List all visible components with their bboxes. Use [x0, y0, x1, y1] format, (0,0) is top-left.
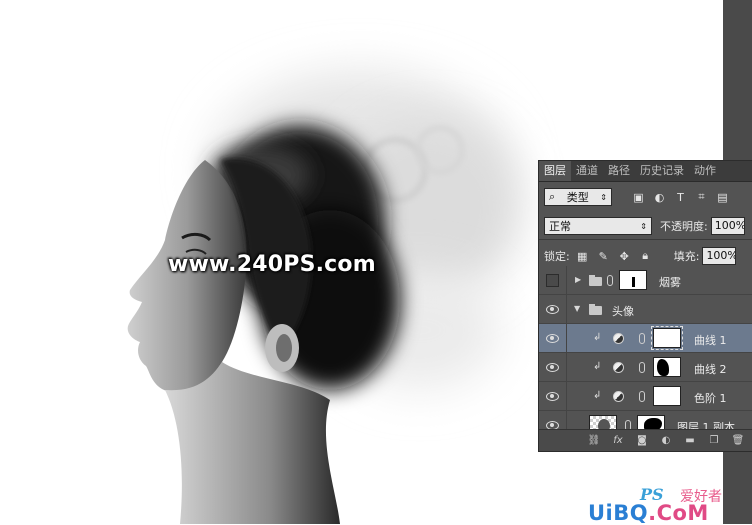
fx-icon[interactable]: fx	[612, 435, 624, 447]
opacity-input[interactable]: 100%	[710, 217, 745, 235]
lock-transparency-icon[interactable]: ▦	[576, 250, 589, 263]
layer-filter-select[interactable]: ⌕ 类型 ⇕	[544, 188, 612, 206]
layer-name: 烟雾	[659, 276, 681, 289]
panel-tabs: 图层 通道 路径 历史记录 动作	[539, 161, 752, 182]
panel-bottom-toolbar: ⛓ fx ◙ ◐ ▬ ❐ 🗑︎	[539, 429, 752, 451]
link-layers-icon[interactable]: ⛓	[588, 435, 601, 447]
updown-arrows-icon: ⇕	[600, 192, 607, 202]
folder-icon	[589, 275, 602, 286]
tab-actions[interactable]: 动作	[689, 161, 721, 181]
lock-brush-icon[interactable]: ✎	[597, 250, 610, 263]
adjustment-layer-icon	[613, 362, 624, 373]
layer-row-portrait-group[interactable]: ▼ 头像	[539, 295, 752, 324]
visibility-toggle-curves-1[interactable]	[539, 324, 567, 352]
layer-row-curves-1[interactable]: ↲ 曲线 1	[539, 324, 752, 353]
layer-row-levels-1[interactable]: ↲ 色阶 1	[539, 382, 752, 411]
expand-arrow-icon[interactable]: ▶	[575, 275, 581, 284]
delete-layer-icon[interactable]: 🗑︎	[732, 435, 745, 447]
eye-icon	[546, 333, 559, 343]
layer-list: ▶ 烟雾 ▼ 头像 ↲ 曲线 1 ↲ 曲线 2 ↲ 色阶 1 图层 1 副本	[539, 266, 752, 440]
smart-object-filter-icon[interactable]: ▤	[716, 191, 729, 204]
collapse-arrow-icon[interactable]: ▼	[574, 304, 580, 313]
clipping-arrow-icon: ↲	[593, 332, 602, 343]
adjustment-filter-icon[interactable]: ◐	[653, 191, 666, 204]
layer-row-smoke[interactable]: ▶ 烟雾	[539, 266, 752, 295]
link-icon	[639, 362, 645, 373]
blend-row: 正常 ⇕ 不透明度: 100%	[544, 217, 745, 235]
filter-row: ⌕ 类型 ⇕ ▣ ◐ T ⌗ ▤	[544, 188, 729, 206]
link-icon	[639, 333, 645, 344]
eye-icon	[546, 304, 559, 314]
lock-row: 锁定: ▦ ✎ ✥ 🔒︎ 填充: 100%	[544, 247, 737, 265]
folder-icon	[589, 304, 602, 315]
link-icon	[607, 275, 613, 286]
search-icon: ⌕	[549, 190, 556, 203]
tab-paths[interactable]: 路径	[603, 161, 635, 181]
link-icon	[639, 391, 645, 402]
visibility-toggle-levels-1[interactable]	[539, 382, 567, 410]
opacity-label: 不透明度:	[660, 220, 708, 233]
fill-label: 填充:	[673, 250, 700, 263]
shape-filter-icon[interactable]: ⌗	[695, 190, 708, 204]
type-filter-icon[interactable]: T	[674, 191, 687, 204]
lock-icons: ▦ ✎ ✥ 🔒︎	[576, 249, 652, 263]
visibility-toggle-portrait-group[interactable]	[539, 295, 567, 323]
new-adjustment-icon[interactable]: ◐	[660, 435, 672, 447]
adjustment-layer-icon	[613, 333, 624, 344]
mask-thumbnail[interactable]	[653, 386, 681, 406]
lock-move-icon[interactable]: ✥	[618, 250, 631, 263]
hidden-eye-icon	[546, 273, 559, 287]
layer-name: 色阶 1	[694, 392, 727, 405]
layer-name: 曲线 2	[694, 363, 727, 376]
new-group-icon[interactable]: ▬	[684, 435, 696, 447]
tab-history[interactable]: 历史记录	[635, 161, 689, 181]
site-logo-domain-b: .CoM	[648, 501, 709, 525]
updown-arrows-icon: ⇕	[640, 221, 647, 231]
eye-icon	[546, 362, 559, 372]
eye-icon	[546, 391, 559, 401]
mask-thumbnail[interactable]	[619, 270, 647, 290]
blend-mode-value: 正常	[549, 220, 571, 233]
visibility-toggle-smoke[interactable]	[539, 266, 567, 294]
watermark-text: www.240PS.com	[168, 252, 376, 277]
blend-mode-select[interactable]: 正常 ⇕	[544, 217, 652, 235]
add-mask-icon[interactable]: ◙	[636, 435, 648, 447]
site-logo: PS 爱好者 UiBQ.CoM	[588, 485, 752, 525]
new-layer-icon[interactable]: ❐	[708, 435, 720, 447]
mask-thumbnail[interactable]	[651, 326, 683, 350]
tab-layers[interactable]: 图层	[539, 161, 571, 181]
layer-row-curves-2[interactable]: ↲ 曲线 2	[539, 353, 752, 382]
layer-name: 头像	[612, 305, 634, 318]
filter-icons: ▣ ◐ T ⌗ ▤	[632, 190, 729, 204]
visibility-toggle-curves-2[interactable]	[539, 353, 567, 381]
pixel-filter-icon[interactable]: ▣	[632, 191, 645, 204]
layers-panel: 图层 通道 路径 历史记录 动作 ⌕ 类型 ⇕ ▣ ◐ T ⌗ ▤ 正常 ⇕ 不…	[538, 160, 752, 452]
tab-channels[interactable]: 通道	[571, 161, 603, 181]
clipping-arrow-icon: ↲	[593, 390, 602, 401]
layer-name: 曲线 1	[694, 334, 727, 347]
clipping-arrow-icon: ↲	[593, 361, 602, 372]
layer-filter-value: 类型	[566, 191, 589, 204]
panel-divider	[539, 239, 752, 240]
fill-input[interactable]: 100%	[702, 247, 737, 265]
site-logo-domain-a: UiBQ	[588, 501, 649, 525]
adjustment-layer-icon	[613, 391, 624, 402]
lock-all-icon[interactable]: 🔒︎	[639, 249, 652, 263]
site-logo-domain: UiBQ.CoM	[588, 501, 709, 525]
lock-label: 锁定:	[544, 250, 570, 263]
mask-thumbnail[interactable]	[653, 357, 681, 377]
